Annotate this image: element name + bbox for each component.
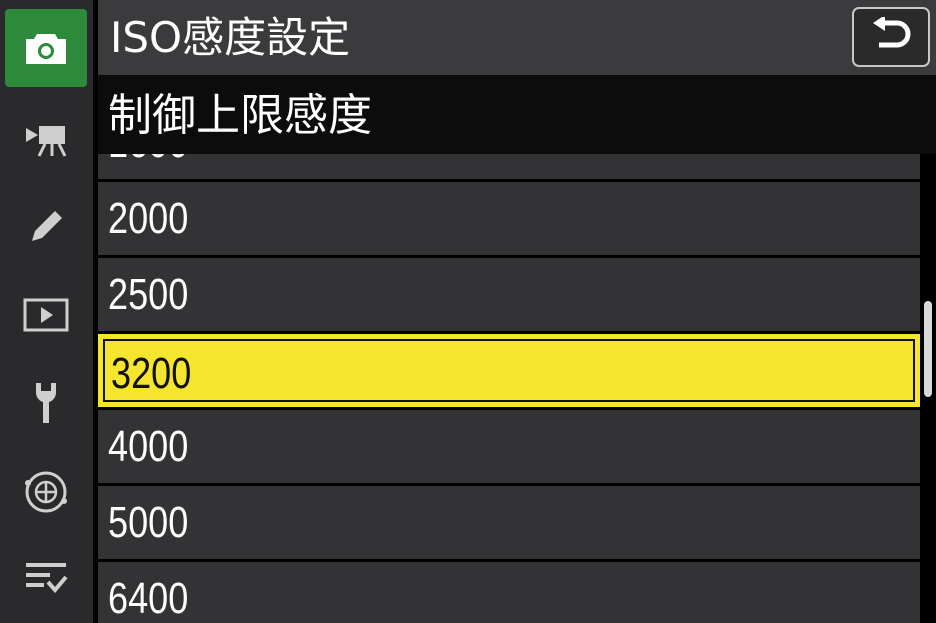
menu-header: ISO感度設定: [98, 0, 936, 75]
page-title: ISO感度設定: [110, 13, 351, 62]
video-camera-icon: [26, 126, 67, 157]
list-item[interactable]: 6400: [98, 562, 920, 623]
playback-menu-tab[interactable]: [5, 276, 87, 354]
list-item-label: 2500: [108, 270, 189, 319]
my-menu-tab[interactable]: [5, 538, 87, 616]
list-item-label: 3200: [111, 349, 192, 398]
network-menu-tab[interactable]: [5, 453, 87, 531]
wrench-icon: [36, 383, 56, 423]
network-globe-icon: [25, 471, 67, 513]
return-arrow-icon: [873, 17, 911, 48]
list-item-label: 4000: [108, 422, 189, 471]
pencil-icon: [32, 211, 62, 241]
list-item[interactable]: 2500: [98, 258, 920, 331]
submenu-title: 制御上限感度: [108, 90, 372, 141]
list-item-label: 1600: [108, 154, 188, 179]
photo-shooting-menu-tab[interactable]: [5, 9, 87, 87]
list-item[interactable]: 2000: [98, 182, 920, 255]
playback-icon: [23, 298, 69, 332]
scrollbar[interactable]: [920, 154, 936, 623]
scrollbar-thumb[interactable]: [924, 301, 932, 397]
iso-value-list[interactable]: 1600 2000 2500 3200 4000 5000 6400: [98, 154, 920, 623]
list-item[interactable]: 5000: [98, 486, 920, 559]
list-item[interactable]: 4000: [98, 410, 920, 483]
list-item[interactable]: 1600: [98, 154, 920, 179]
list-item-label: 6400: [108, 574, 189, 623]
menu-tab-rail: [0, 0, 93, 623]
list-item-label: 5000: [108, 498, 189, 547]
submenu-header: 制御上限感度: [98, 75, 936, 154]
my-menu-icon: [26, 563, 68, 594]
camera-icon: [26, 34, 66, 64]
setup-menu-tab[interactable]: [5, 364, 87, 442]
list-item-label: 2000: [108, 194, 189, 243]
list-item-selected[interactable]: 3200: [98, 334, 920, 407]
retouch-menu-tab[interactable]: [5, 188, 87, 266]
back-button[interactable]: [852, 7, 930, 67]
movie-shooting-menu-tab[interactable]: [5, 101, 87, 179]
